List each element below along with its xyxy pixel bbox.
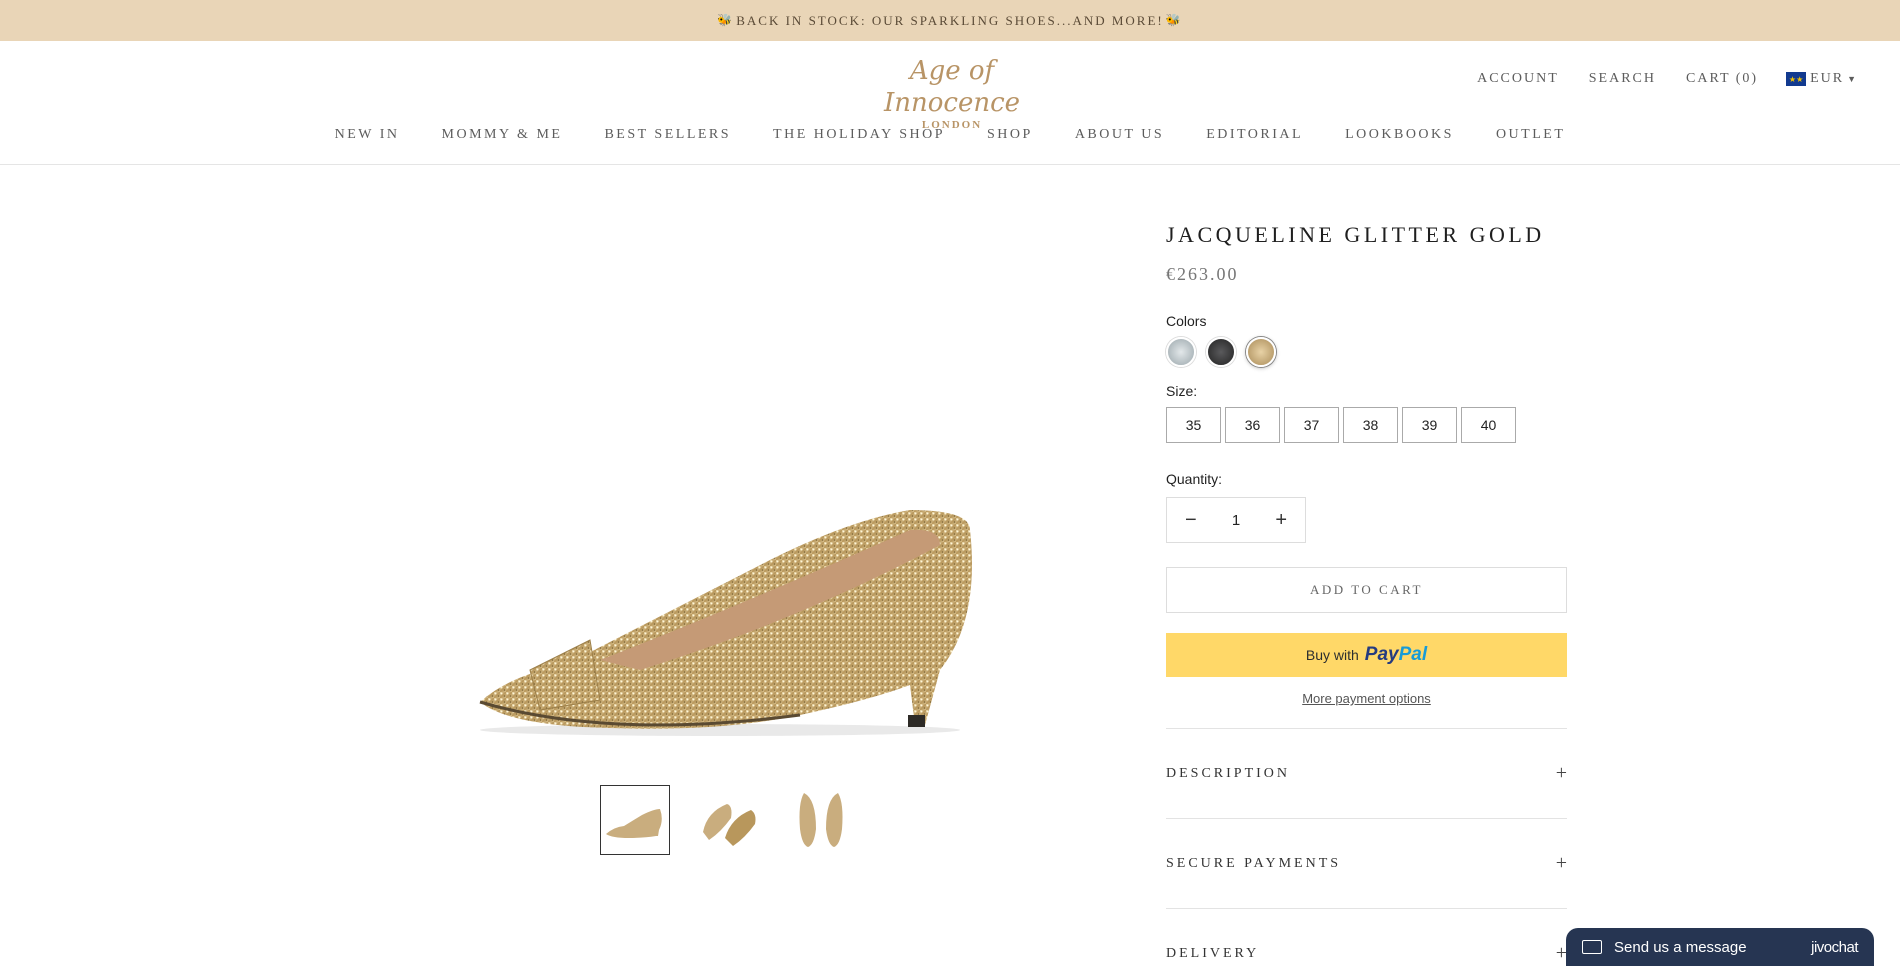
nav-item-holiday-shop[interactable]: THE HOLIDAY SHOP [773, 127, 945, 143]
eu-flag-icon: ★★ [1786, 72, 1807, 86]
size-option[interactable]: 40 [1461, 407, 1516, 443]
paypal-logo-pal: Pal [1398, 644, 1428, 665]
announcement-text[interactable]: BACK IN STOCK: OUR SPARKLING SHOES...AND… [736, 13, 1164, 29]
size-label: Size: [1166, 383, 1198, 399]
shoe-front-thumb-icon [799, 793, 843, 847]
quantity-stepper: − 1 + [1166, 497, 1306, 543]
search-link[interactable]: SEARCH [1589, 71, 1656, 87]
accordion-label: SECURE PAYMENTS [1166, 855, 1342, 871]
accordion-delivery[interactable]: DELIVERY + [1166, 909, 1567, 966]
currency-code: EUR [1810, 71, 1845, 86]
nav-item-shop[interactable]: SHOP [987, 127, 1033, 143]
logo-script: Age of Innocence [883, 56, 1021, 118]
paypal-button[interactable]: Buy with Pay Pal [1166, 633, 1567, 677]
color-swatch-silver[interactable] [1166, 337, 1196, 367]
cart-link[interactable]: CART (0) [1686, 71, 1758, 87]
color-swatch-gold[interactable] [1246, 337, 1276, 367]
nav-item-lookbooks[interactable]: LOOKBOOKS [1345, 127, 1454, 143]
main-nav: NEW IN MOMMY & ME BEST SELLERS THE HOLID… [0, 127, 1900, 143]
size-option[interactable]: 39 [1402, 407, 1457, 443]
nav-item-outlet[interactable]: OUTLET [1496, 127, 1565, 143]
size-options: 35 36 37 38 39 40 [1166, 407, 1567, 443]
chat-message-label: Send us a message [1614, 938, 1747, 956]
product-title: JACQUELINE GLITTER GOLD [1166, 222, 1545, 247]
chat-brand: jivochat [1811, 938, 1858, 956]
accordion-description[interactable]: DESCRIPTION + [1166, 729, 1567, 819]
minus-icon[interactable]: − [1185, 509, 1197, 532]
header-links: ACCOUNT SEARCH CART (0) ★★ EUR ▼ [1447, 71, 1858, 87]
color-swatches [1166, 337, 1567, 367]
currency-selector[interactable]: ★★ EUR ▼ [1786, 71, 1858, 87]
colors-label: Colors [1166, 313, 1207, 329]
nav-item-best-sellers[interactable]: BEST SELLERS [604, 127, 731, 143]
paypal-logo-pay: Pay [1364, 644, 1399, 665]
size-option[interactable]: 35 [1166, 407, 1221, 443]
thumbnail-strip [600, 785, 879, 855]
nav-item-mommy-me[interactable]: MOMMY & ME [442, 127, 563, 143]
accordion-label: DELIVERY [1166, 945, 1260, 961]
nav-item-about-us[interactable]: ABOUT US [1075, 127, 1164, 143]
account-link[interactable]: ACCOUNT [1477, 71, 1559, 87]
add-to-cart-button[interactable]: ADD TO CART [1166, 567, 1567, 613]
nav-item-new-in[interactable]: NEW IN [335, 127, 400, 143]
shoe-pair-thumb-icon [703, 804, 756, 846]
plus-icon: + [1555, 762, 1567, 784]
product-price: €263.00 [1166, 264, 1239, 284]
thumbnail-front[interactable] [786, 785, 856, 855]
shoe-side-thumb-icon [606, 809, 662, 838]
bee-icon: 🐝 [1165, 13, 1183, 27]
thumbnail-side[interactable] [600, 785, 670, 855]
size-option[interactable]: 36 [1225, 407, 1280, 443]
nav-item-editorial[interactable]: EDITORIAL [1206, 127, 1303, 143]
bee-icon: 🐝 [717, 13, 735, 27]
color-swatch-black[interactable] [1206, 337, 1236, 367]
quantity-label: Quantity: [1166, 471, 1223, 487]
chevron-down-icon: ▼ [1847, 74, 1858, 84]
paypal-buy-with: Buy with [1305, 647, 1359, 663]
product-accordion: DESCRIPTION + SECURE PAYMENTS + DELIVERY… [1166, 728, 1567, 966]
product-info: JACQUELINE GLITTER GOLD €263.00 Colors S… [1166, 200, 1567, 966]
thumbnail-pair[interactable] [693, 785, 763, 855]
announcement-bar: 🐝 BACK IN STOCK: OUR SPARKLING SHOES...A… [0, 0, 1900, 41]
product-main-image[interactable] [470, 470, 990, 750]
site-header: Age of Innocence LONDON ACCOUNT SEARCH C… [0, 41, 1900, 165]
plus-icon: + [1555, 852, 1567, 874]
glitter-pump-image [479, 510, 972, 736]
quantity-value[interactable]: 1 [1232, 512, 1240, 529]
chat-widget[interactable]: Send us a message jivochat [1566, 928, 1874, 966]
accordion-label: DESCRIPTION [1166, 765, 1291, 781]
plus-icon[interactable]: + [1275, 509, 1287, 532]
size-option[interactable]: 38 [1343, 407, 1398, 443]
more-payment-options-link[interactable]: More payment options [1166, 691, 1567, 706]
envelope-icon [1582, 940, 1602, 954]
accordion-secure-payments[interactable]: SECURE PAYMENTS + [1166, 819, 1567, 909]
brand-logo[interactable]: Age of Innocence LONDON [862, 55, 1042, 131]
size-option[interactable]: 37 [1284, 407, 1339, 443]
